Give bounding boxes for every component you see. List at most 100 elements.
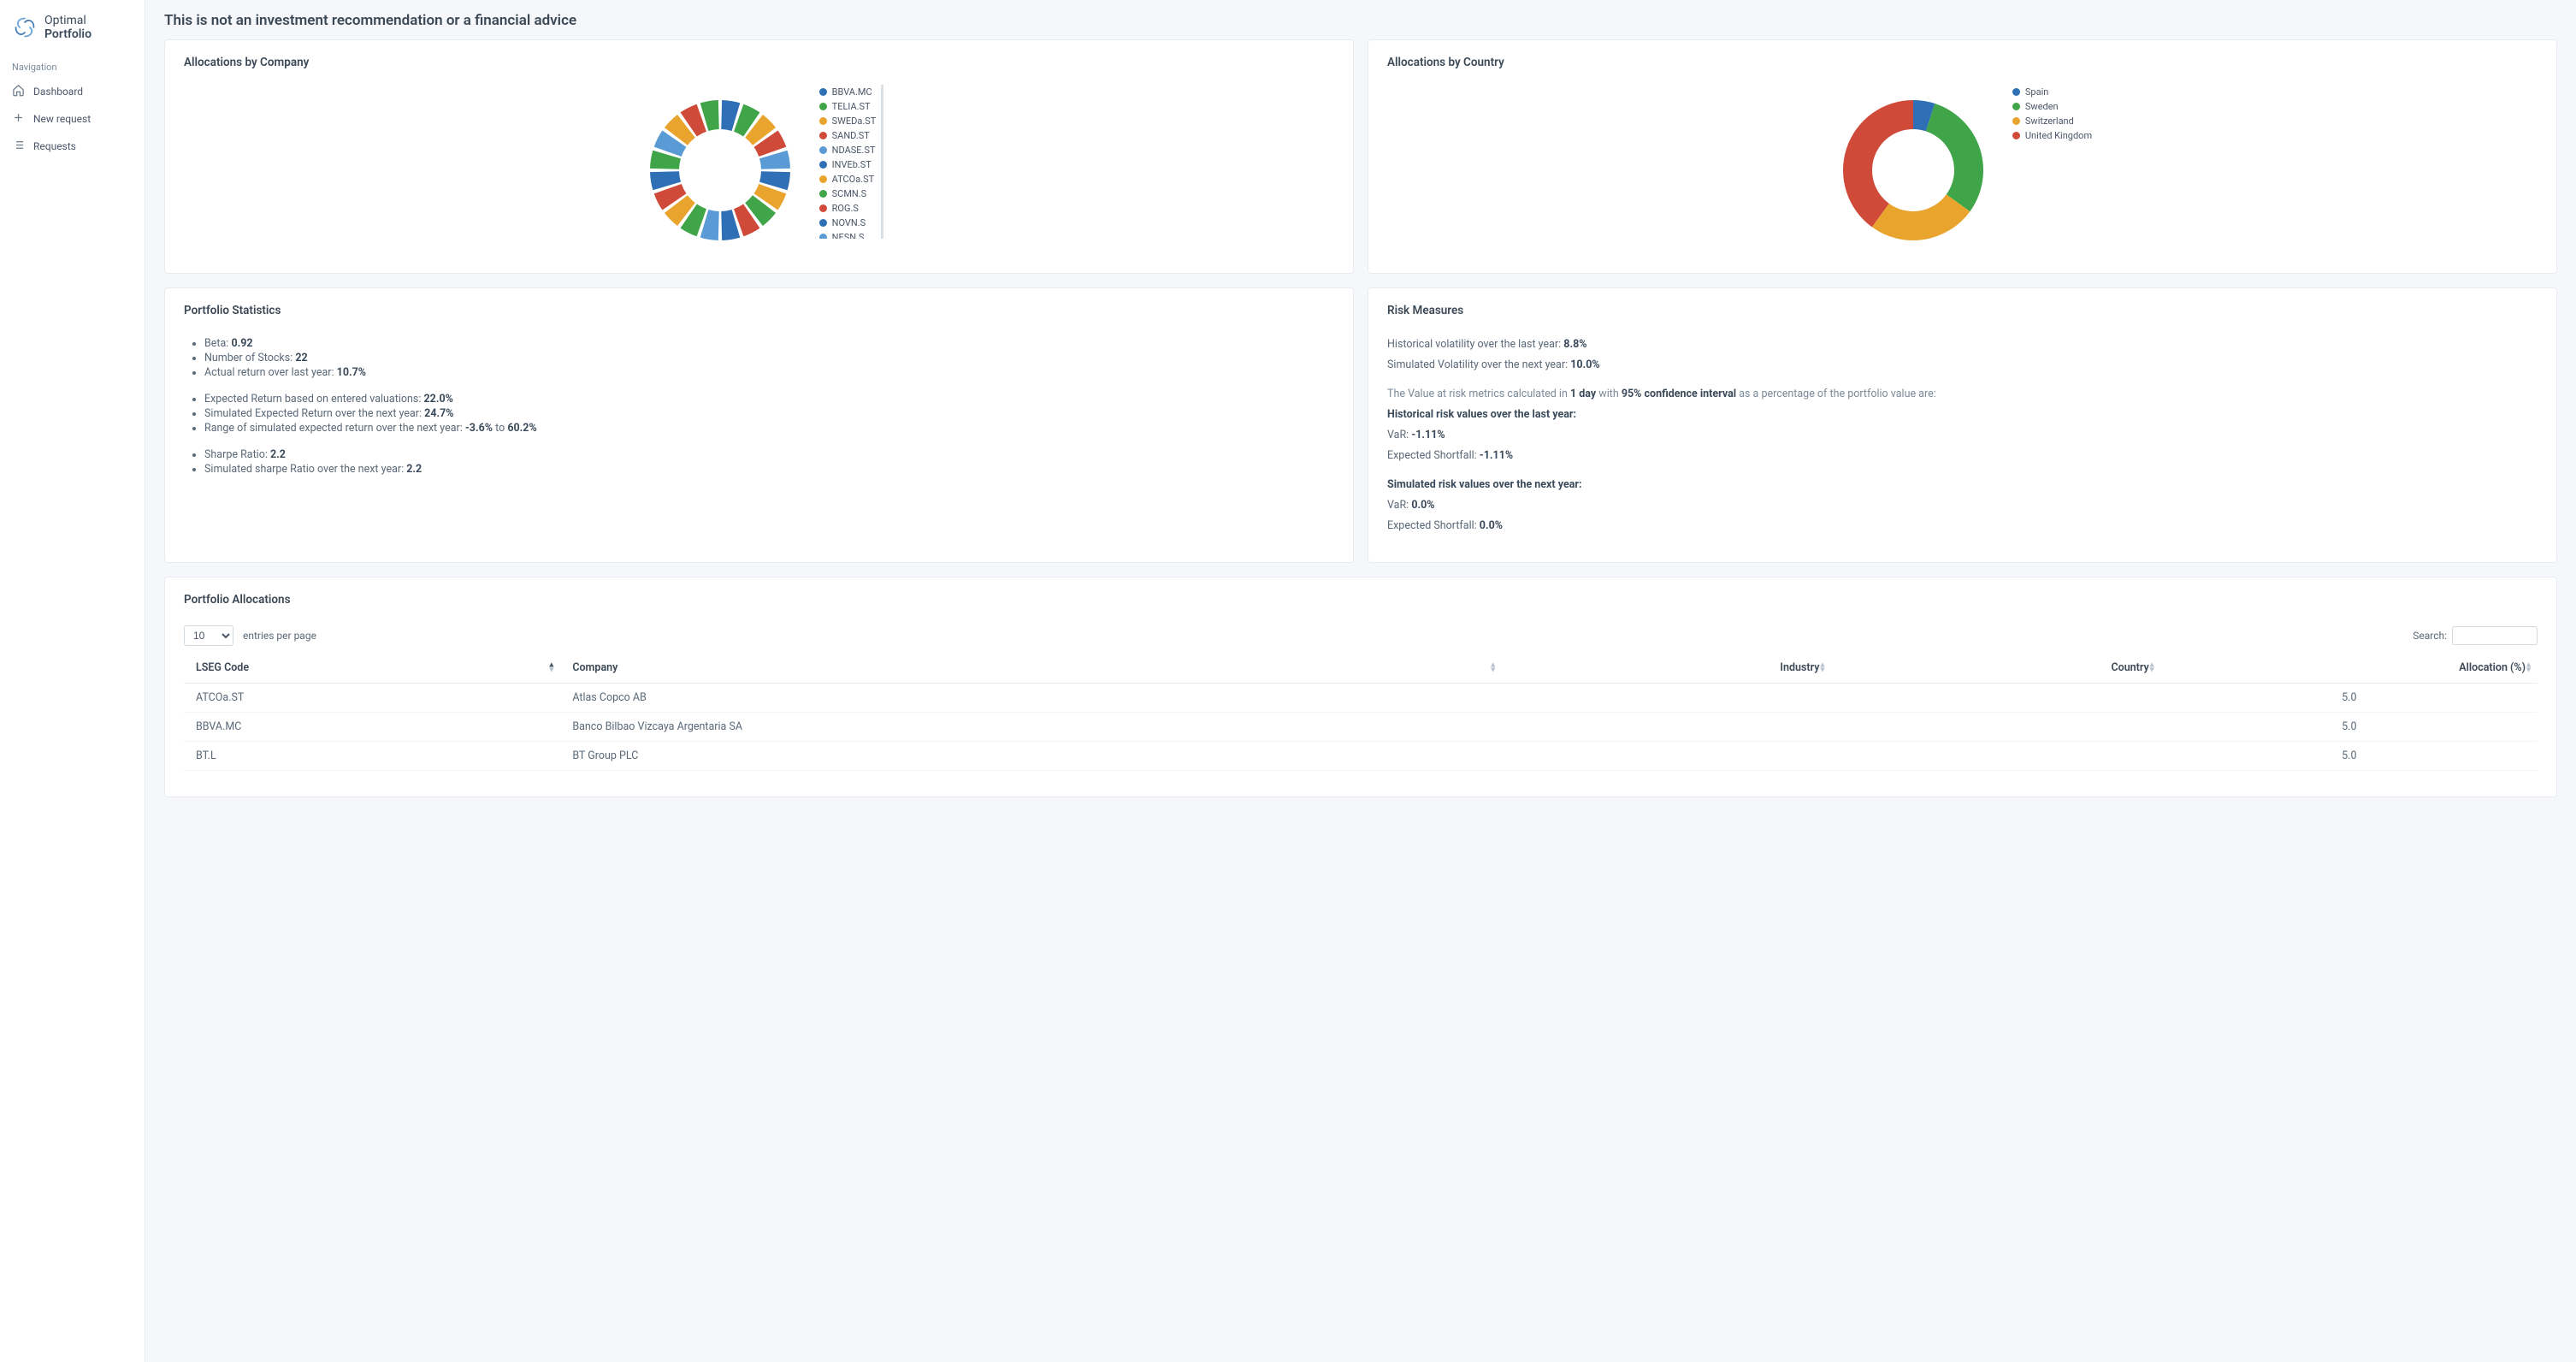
legend-item: SAND.ST [819, 128, 877, 143]
stat-item: Beta: 0.92 [204, 336, 1334, 351]
card-title: Risk Measures [1387, 304, 2538, 317]
legend-label: NOVN.S [832, 217, 866, 228]
th-allocation[interactable]: Allocation (%)▲▼ [2161, 653, 2538, 684]
sidebar-item-new-request[interactable]: New request [0, 105, 145, 133]
legend-label: Switzerland [2025, 115, 2074, 127]
card-alloc-company: Allocations by Company BBVA.MC TELIA.ST SW… [164, 39, 1354, 274]
cell-company: Banco Bilbao Vizcaya Argentaria SA [560, 713, 1502, 742]
sim-es: Expected Shortfall: 0.0% [1387, 518, 2538, 535]
legend-item: Switzerland [2012, 114, 2092, 128]
hist-es: Expected Shortfall: -1.11% [1387, 447, 2538, 465]
sidebar-item-dashboard[interactable]: Dashboard [0, 78, 145, 105]
th-country[interactable]: Country▲▼ [1831, 653, 2160, 684]
legend-dot [819, 175, 827, 183]
cell-company: BT Group PLC [560, 742, 1502, 771]
nav-heading: Navigation [0, 53, 145, 78]
search-input[interactable] [2452, 626, 2538, 645]
stat-item: Expected Return based on entered valuati… [204, 392, 1334, 406]
search-label: Search: [2413, 630, 2447, 642]
sim-var: VaR: 0.0% [1387, 497, 2538, 514]
legend-label: SAND.ST [832, 130, 870, 141]
legend-dot [819, 132, 827, 139]
legend-item: NESN.S [819, 230, 877, 239]
legend-item: ATCOa.ST [819, 172, 877, 187]
legend-item: Spain [2012, 85, 2092, 99]
table-row[interactable]: BT.LBT Group PLC5.0 [184, 742, 2538, 771]
legend-dot [2012, 117, 2020, 125]
plus-icon [12, 111, 25, 127]
page-size-control: 10 entries per page [184, 625, 316, 646]
main-content: This is not an investment recommendation… [145, 0, 2576, 1362]
cell-country [1831, 713, 2160, 742]
table-row[interactable]: BBVA.MCBanco Bilbao Vizcaya Argentaria S… [184, 713, 2538, 742]
legend-label: SWEDa.ST [832, 115, 877, 127]
legend-label: NESN.S [832, 232, 865, 239]
home-icon [12, 84, 25, 99]
hist-var: VaR: -1.11% [1387, 427, 2538, 444]
legend-item: Sweden [2012, 99, 2092, 114]
legend-item: SWEDa.ST [819, 114, 877, 128]
card-risk-measures: Risk Measures Historical volatility over… [1368, 287, 2557, 563]
table-row[interactable]: ATCOa.STAtlas Copco AB5.0 [184, 684, 2538, 713]
sidebar-item-label: Requests [33, 140, 76, 152]
legend-dot [819, 234, 827, 239]
card-title: Portfolio Allocations [184, 593, 2538, 607]
legend-dot [819, 219, 827, 227]
donut-chart-company [635, 85, 806, 256]
cell-country [1831, 684, 2160, 713]
logo-icon [12, 15, 38, 40]
stat-item: Actual return over last year: 10.7% [204, 365, 1334, 380]
cell-company: Atlas Copco AB [560, 684, 1502, 713]
th-company[interactable]: Company▲▼ [560, 653, 1502, 684]
legend-item: BBVA.MC [819, 85, 877, 99]
th-lseg-code[interactable]: LSEG Code▲▼ [184, 653, 560, 684]
legend-item: TELIA.ST [819, 99, 877, 114]
allocations-table: LSEG Code▲▼ Company▲▼ Industry▲▼ Country… [184, 653, 2538, 771]
legend-dot [819, 190, 827, 198]
legend-dot [2012, 132, 2020, 139]
legend-dot [2012, 88, 2020, 96]
cell-country [1831, 742, 2160, 771]
card-title: Allocations by Country [1387, 56, 2538, 69]
sidebar-item-label: Dashboard [33, 86, 83, 98]
legend-dot [819, 117, 827, 125]
card-alloc-country: Allocations by Country Spain Sweden Switze… [1368, 39, 2557, 274]
legend-dot [819, 103, 827, 110]
legend-item: NOVN.S [819, 216, 877, 230]
cell-alloc: 5.0 [2161, 742, 2538, 771]
cell-alloc: 5.0 [2161, 713, 2538, 742]
legend-dot [819, 204, 827, 212]
legend-label: Sweden [2025, 101, 2059, 112]
donut-chart-country [1828, 85, 1999, 256]
stat-item: Simulated Expected Return over the next … [204, 406, 1334, 421]
hist-header: Historical risk values over the last yea… [1387, 406, 2538, 423]
card-title: Allocations by Company [184, 56, 1334, 69]
cell-code: BBVA.MC [184, 713, 560, 742]
th-industry[interactable]: Industry▲▼ [1502, 653, 1831, 684]
hist-vol: Historical volatility over the last year… [1387, 336, 2538, 353]
sidebar-item-requests[interactable]: Requests [0, 133, 145, 160]
sidebar-item-label: New request [33, 113, 91, 125]
cell-industry [1502, 742, 1831, 771]
disclaimer-text: This is not an investment recommendation… [164, 12, 2557, 29]
legend-label: INVEb.ST [832, 159, 871, 170]
legend-label: Spain [2025, 86, 2048, 98]
entries-label: entries per page [243, 630, 316, 642]
legend-label: NDASE.ST [832, 145, 876, 156]
var-desc: The Value at risk metrics calculated in … [1387, 386, 2538, 403]
page-size-select[interactable]: 10 [184, 625, 233, 646]
sim-header: Simulated risk values over the next year… [1387, 477, 2538, 494]
legend-label: United Kingdom [2025, 130, 2092, 141]
legend-company[interactable]: BBVA.MC TELIA.ST SWEDa.ST SAND.ST NDASE.ST IN… [819, 85, 884, 239]
legend-label: TELIA.ST [832, 101, 871, 112]
legend-dot [819, 88, 827, 96]
legend-item: NDASE.ST [819, 143, 877, 157]
stat-item: Sharpe Ratio: 2.2 [204, 447, 1334, 462]
legend-item: SCMN.S [819, 187, 877, 201]
sidebar: Optimal Portfolio Navigation DashboardNe… [0, 0, 145, 1362]
sim-vol: Simulated Volatility over the next year:… [1387, 357, 2538, 374]
legend-dot [819, 161, 827, 169]
list-icon [12, 139, 25, 154]
cell-alloc: 5.0 [2161, 684, 2538, 713]
legend-item: ROG.S [819, 201, 877, 216]
